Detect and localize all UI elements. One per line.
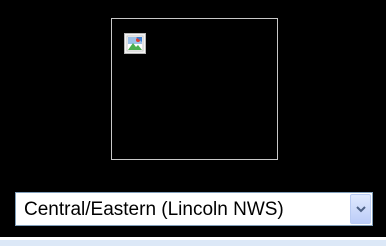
region-select-dropdown-button[interactable] xyxy=(350,194,371,224)
bottom-strip xyxy=(0,237,386,246)
map-image-frame xyxy=(111,18,278,160)
broken-image-icon xyxy=(124,33,146,54)
region-select[interactable]: Central/Eastern (Lincoln NWS) xyxy=(15,192,373,226)
chevron-down-icon xyxy=(356,206,366,213)
bottom-band xyxy=(0,240,386,246)
weather-widget: Central/Eastern (Lincoln NWS) xyxy=(0,0,386,237)
region-select-value: Central/Eastern (Lincoln NWS) xyxy=(24,199,284,220)
